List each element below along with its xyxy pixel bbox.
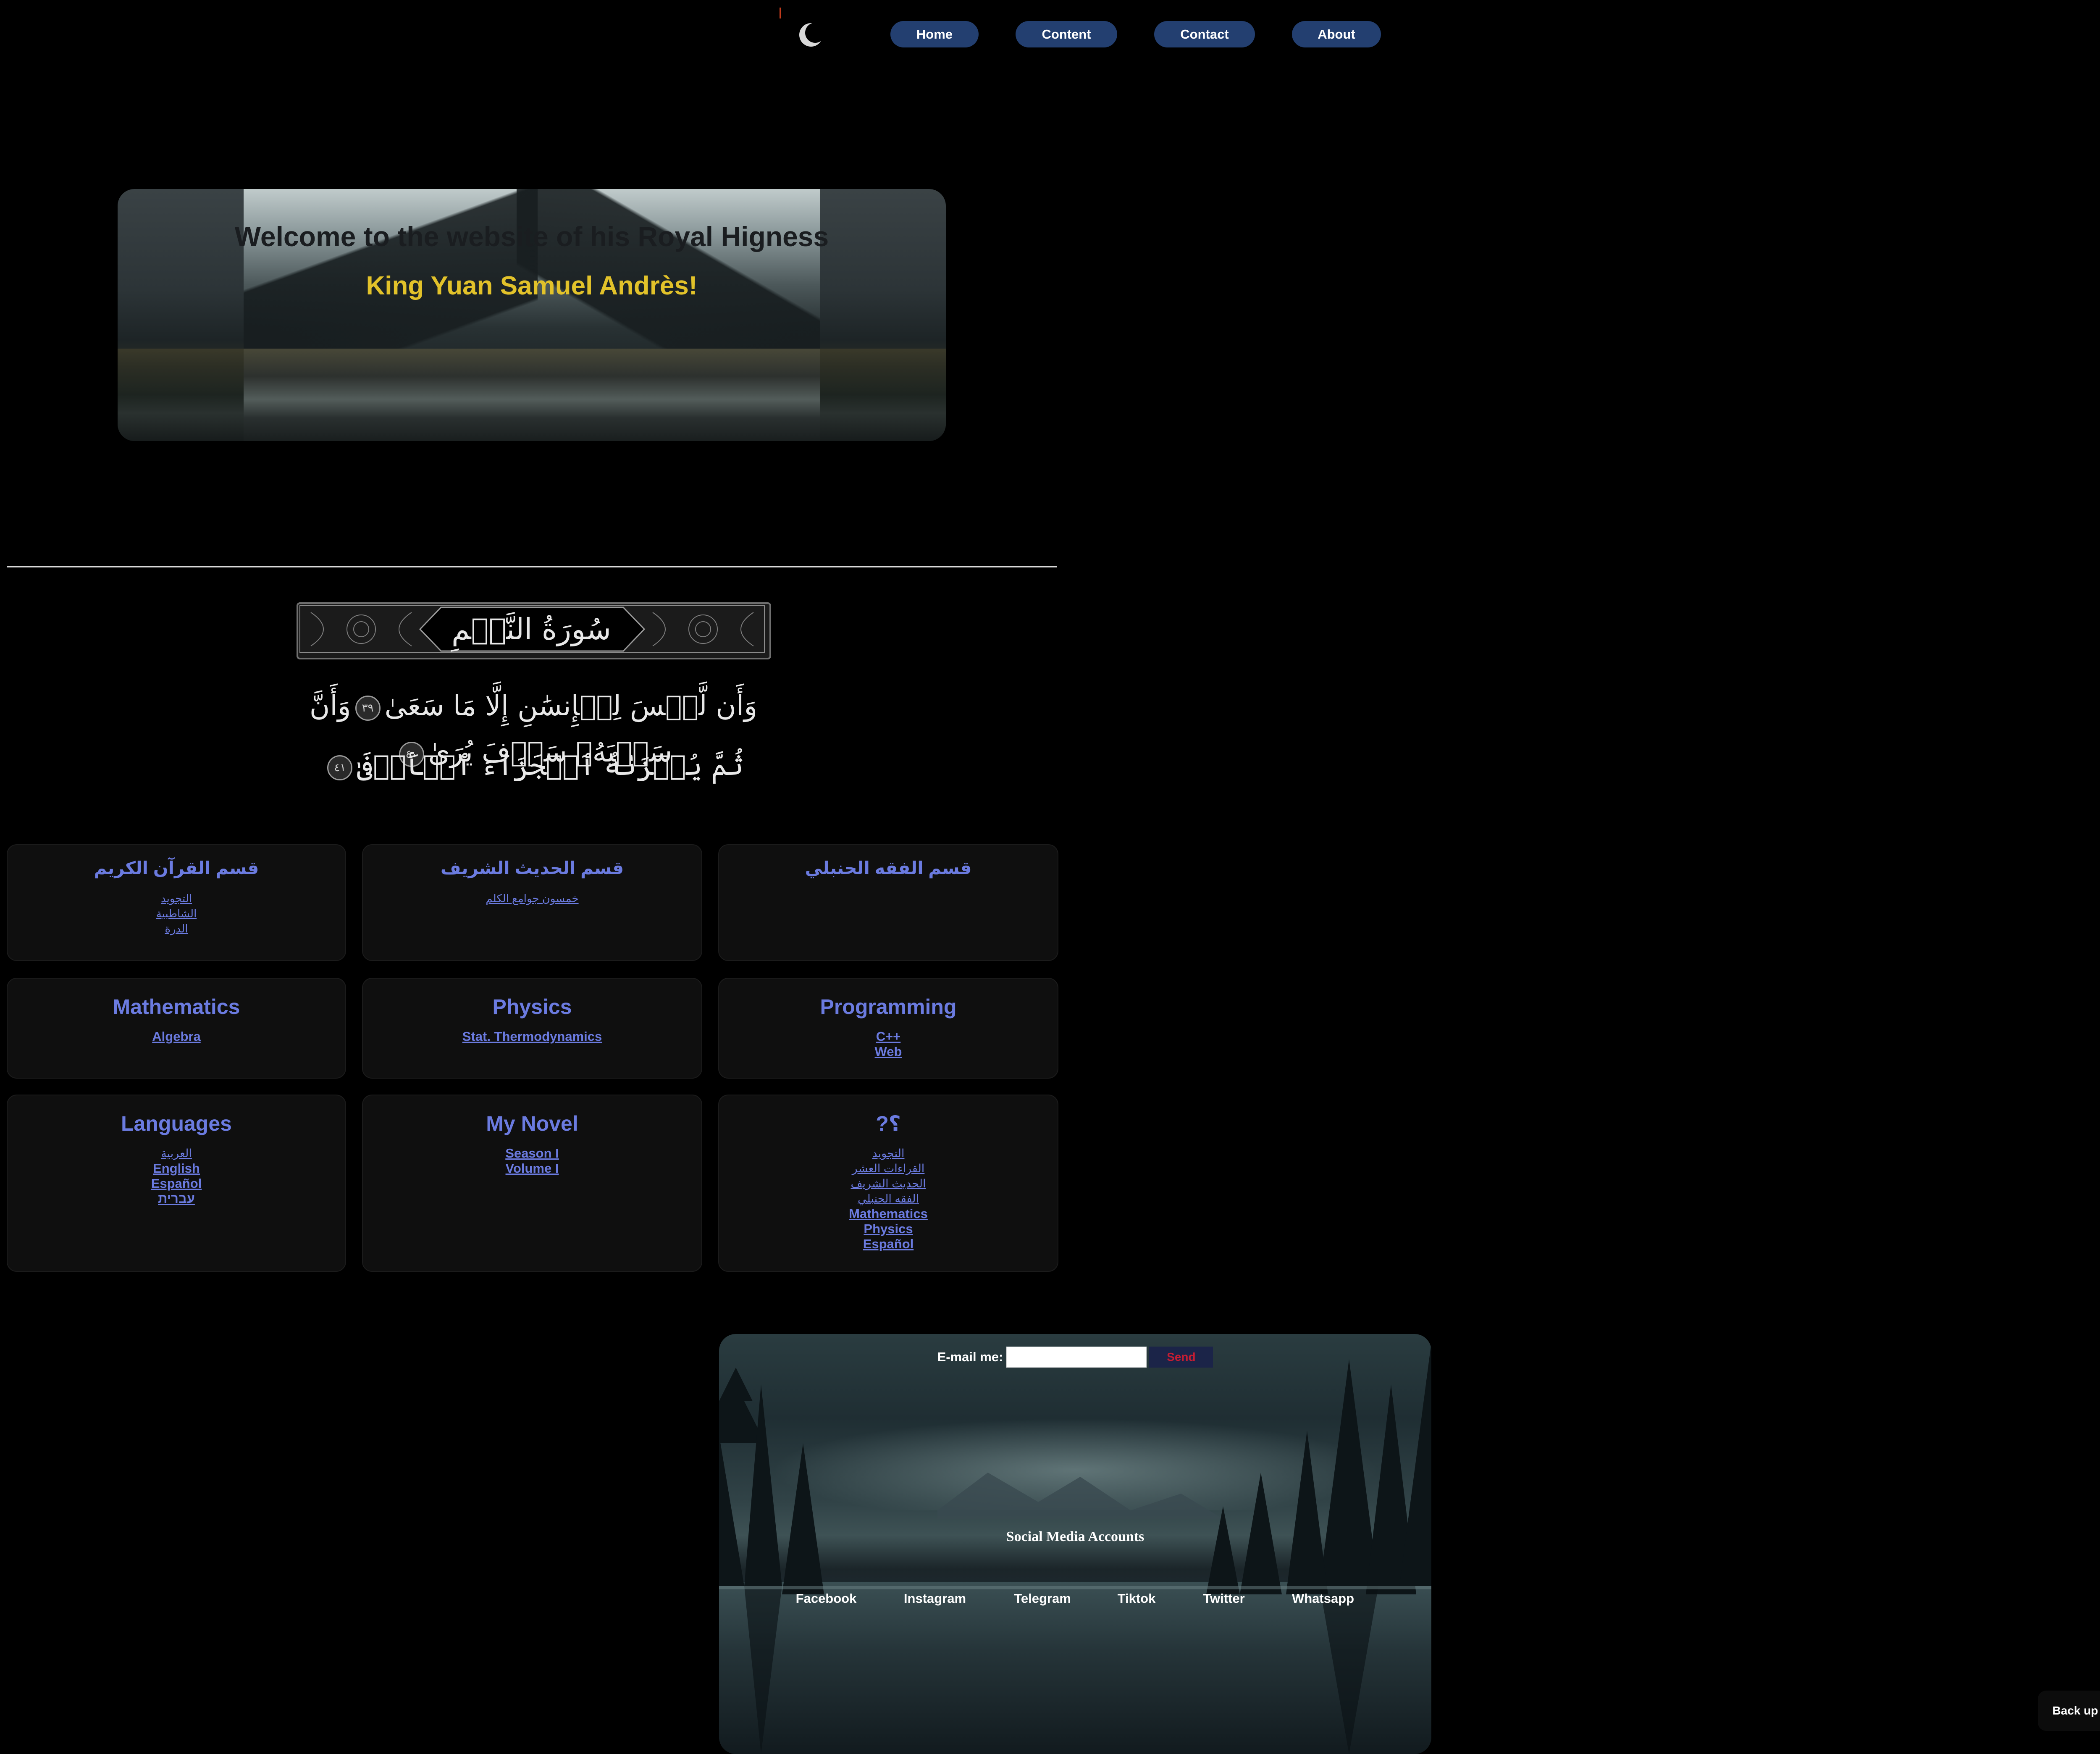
hero-ground-inner <box>244 349 820 441</box>
link-fifty-hadith[interactable]: خمسون جوامع الكلم <box>486 891 578 906</box>
email-form: E-mail me: Send <box>719 1347 1431 1368</box>
card-programming-title: Programming <box>820 995 957 1019</box>
link-misc-mathematics[interactable]: Mathematics <box>849 1206 928 1221</box>
card-languages: Languages العربية English Español עברית <box>7 1095 346 1272</box>
crescent-moon-icon[interactable] <box>797 21 825 49</box>
link-stat-thermodynamics[interactable]: Stat. Thermodynamics <box>462 1029 602 1044</box>
card-fiqh-title: قسم الفقه الحنبلي <box>805 858 972 878</box>
card-mathematics: Mathematics Algebra <box>7 978 346 1079</box>
link-misc-qiraat[interactable]: القراءات العشر <box>852 1161 925 1176</box>
nav-about-button[interactable]: About <box>1292 21 1381 47</box>
nav-home-button[interactable]: Home <box>890 21 979 47</box>
link-arabic[interactable]: العربية <box>161 1146 192 1161</box>
ayah-marker-41: ٤١ <box>327 755 353 780</box>
nav-content-button[interactable]: Content <box>1016 21 1117 47</box>
link-cpp[interactable]: C++ <box>876 1029 901 1044</box>
ayah-41-text: ثُمَّ يُجۡزَىٰهُ ٱلۡجَزَآءَ ٱلۡأَوۡفَىٰ <box>357 749 744 782</box>
card-misc-title: ?؟ <box>876 1112 901 1135</box>
footer-panel: E-mail me: Send Social Media Accounts Fa… <box>719 1334 1431 1754</box>
hero-banner: Welcome to the website of his Royal Hign… <box>118 189 946 441</box>
ayah-39-text: وَأَن لَّيۡسَ لِلۡإِنسَٰنِ إِلَّا مَا سَ… <box>384 690 758 722</box>
ayah-marker-39: ٣٩ <box>355 696 381 721</box>
card-quran-title: قسم القرآن الكريم <box>94 858 259 878</box>
surah-name: سُورَةُ النَّجۡمِ <box>451 612 612 646</box>
card-programming: Programming C++ Web <box>718 978 1058 1079</box>
card-mathematics-title: Mathematics <box>113 995 240 1019</box>
link-durra[interactable]: الدرة <box>165 921 188 936</box>
link-misc-fiqh[interactable]: الفقه الحنبلي <box>858 1191 919 1206</box>
link-volume-1[interactable]: Volume I <box>506 1161 559 1176</box>
card-my-novel: My Novel Season I Volume I <box>362 1095 702 1272</box>
card-hadith-title: قسم الحديث الشريف <box>440 858 624 878</box>
send-button[interactable]: Send <box>1149 1347 1213 1368</box>
social-facebook-link[interactable]: Facebook <box>796 1591 857 1606</box>
social-twitter-link[interactable]: Twitter <box>1203 1591 1244 1606</box>
card-languages-title: Languages <box>121 1112 232 1135</box>
hero-king-name: King Yuan Samuel Andrès! <box>366 271 698 300</box>
link-algebra[interactable]: Algebra <box>152 1029 200 1044</box>
link-season-1[interactable]: Season I <box>505 1146 559 1161</box>
link-espanol[interactable]: Español <box>151 1176 202 1191</box>
link-web[interactable]: Web <box>875 1044 902 1059</box>
card-physics-title: Physics <box>492 995 572 1019</box>
card-my-novel-title: My Novel <box>486 1112 578 1135</box>
card-fiqh: قسم الفقه الحنبلي <box>718 844 1058 961</box>
card-misc: ?؟ التجويد القراءات العشر الحديث الشريف … <box>718 1095 1058 1272</box>
link-english[interactable]: English <box>153 1161 200 1176</box>
social-media-title: Social Media Accounts <box>1006 1529 1144 1544</box>
hero-title: Welcome to the website of his Royal Hign… <box>234 221 829 252</box>
link-hebrew[interactable]: עברית <box>158 1191 195 1206</box>
ayah-line-2: ثُمَّ يُجۡزَىٰهُ ٱلۡجَزَآءَ ٱلۡأَوۡفَىٰ٤… <box>294 743 773 789</box>
back-up-button[interactable]: Back up <box>2038 1691 2100 1731</box>
email-label: E-mail me: <box>937 1350 1003 1364</box>
card-hadith: قسم الحديث الشريف خمسون جوامع الكلم <box>362 844 702 961</box>
social-telegram-link[interactable]: Telegram <box>1014 1591 1071 1606</box>
link-misc-tajweed[interactable]: التجويد <box>872 1146 905 1161</box>
link-shatibiyya[interactable]: الشاطبية <box>156 906 197 921</box>
link-misc-physics[interactable]: Physics <box>864 1221 913 1237</box>
card-physics: Physics Stat. Thermodynamics <box>362 978 702 1079</box>
social-instagram-link[interactable]: Instagram <box>904 1591 966 1606</box>
link-misc-hadith[interactable]: الحديث الشريف <box>850 1176 926 1191</box>
section-divider <box>7 566 1057 567</box>
nav-contact-button[interactable]: Contact <box>1154 21 1255 47</box>
link-misc-espanol[interactable]: Español <box>863 1237 914 1252</box>
social-tiktok-link[interactable]: Tiktok <box>1118 1591 1156 1606</box>
social-whatsapp-link[interactable]: Whatsapp <box>1292 1591 1354 1606</box>
card-quran: قسم القرآن الكريم التجويد الشاطبية الدرة <box>7 844 346 961</box>
text-cursor <box>780 8 781 18</box>
link-tajweed[interactable]: التجويد <box>161 891 192 906</box>
email-input[interactable] <box>1006 1347 1147 1368</box>
